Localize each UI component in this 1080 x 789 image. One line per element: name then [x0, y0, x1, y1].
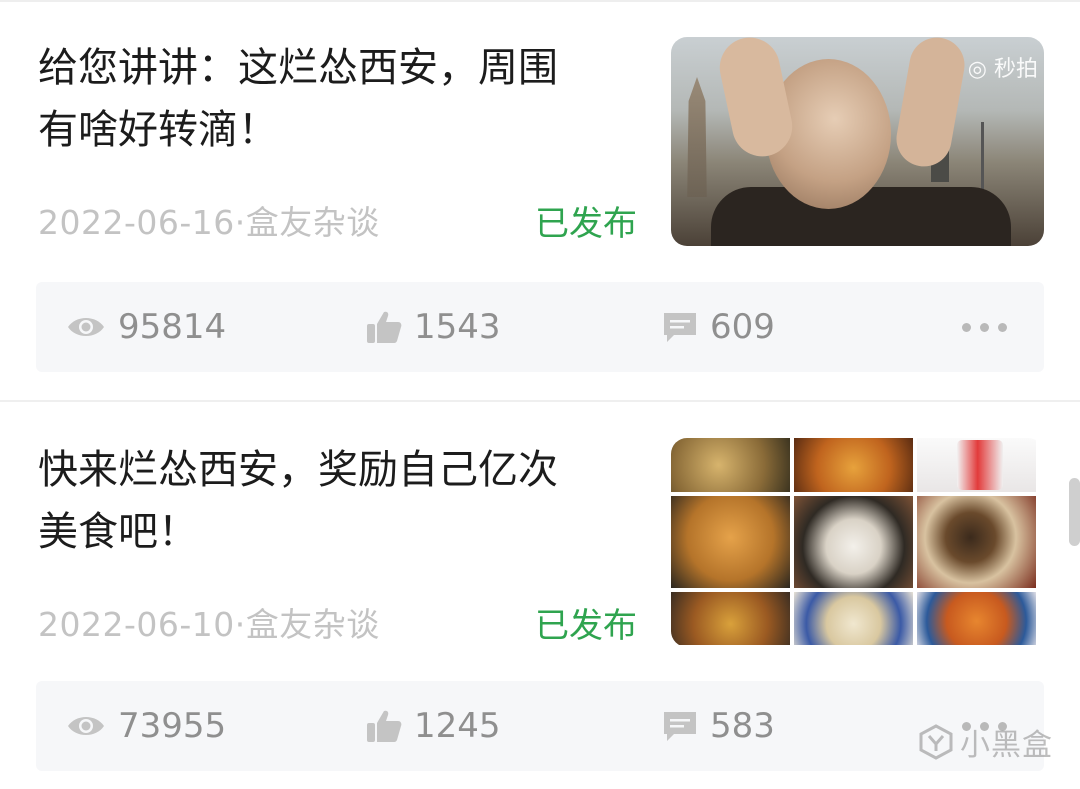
drink-image — [917, 438, 1036, 492]
post-thumbnail-video[interactable]: ◎ 秒拍 — [671, 37, 1044, 246]
thumbs-up-icon — [366, 310, 402, 344]
comment-icon — [662, 709, 698, 743]
soda-can — [957, 440, 1003, 490]
post-meta: 2022-06-16·盒友杂谈 — [38, 196, 380, 244]
post-title-line: 给您讲讲：这烂怂西安，周围 — [38, 45, 558, 91]
post-stats-bar: 73955 1245 583 — [36, 681, 1044, 771]
likes-stat[interactable]: 1245 — [366, 681, 501, 771]
post-thumbnail-grid[interactable] — [671, 438, 1044, 647]
views-count: 95814 — [118, 307, 227, 347]
status-badge: 已发布 — [535, 606, 637, 646]
food-image — [671, 496, 790, 588]
post-date: 2022-06-16 — [38, 203, 235, 242]
comment-icon — [662, 310, 698, 344]
comments-stat[interactable]: 583 — [662, 681, 775, 771]
likes-count: 1245 — [414, 706, 501, 746]
heybox-logo-icon — [918, 724, 954, 760]
post-title-line: 美食吧！ — [38, 509, 198, 555]
scrollbar-thumb[interactable] — [1069, 478, 1080, 546]
post-title-line: 有啥好转滴！ — [38, 107, 278, 153]
food-image — [917, 592, 1036, 645]
comments-count: 583 — [710, 706, 775, 746]
post-stats-bar: 95814 1543 609 — [36, 282, 1044, 372]
post-title[interactable]: 快来烂怂西安，奖励自己亿次 美食吧！ — [38, 439, 638, 563]
pagoda-shape — [687, 77, 707, 197]
more-dots-icon — [962, 322, 1007, 332]
brand-watermark: 小黑盒 — [918, 720, 1053, 764]
views-stat[interactable]: 95814 — [66, 282, 226, 372]
food-image — [794, 496, 913, 588]
likes-count: 1543 — [414, 307, 501, 347]
post-category: ·盒友杂谈 — [234, 605, 380, 644]
video-watermark: ◎ 秒拍 — [967, 57, 1038, 82]
thumbs-up-icon — [366, 709, 402, 743]
brand-text: 小黑盒 — [960, 728, 1053, 763]
post-date: 2022-06-10 — [38, 605, 235, 644]
post-category: ·盒友杂谈 — [234, 203, 380, 242]
person-hand — [892, 37, 969, 171]
views-stat[interactable]: 73955 — [66, 681, 226, 771]
comments-stat[interactable]: 609 — [662, 282, 775, 372]
eye-icon — [66, 712, 106, 740]
post-title[interactable]: 给您讲讲：这烂怂西安，周围 有啥好转滴！ — [38, 37, 638, 161]
food-image — [671, 438, 790, 492]
likes-stat[interactable]: 1543 — [366, 282, 501, 372]
post-title-line: 快来烂怂西安，奖励自己亿次 — [38, 447, 558, 493]
comments-count: 609 — [710, 307, 775, 347]
status-badge: 已发布 — [535, 204, 637, 244]
post-meta: 2022-06-10·盒友杂谈 — [38, 598, 380, 646]
food-image — [794, 438, 913, 492]
views-count: 73955 — [118, 706, 227, 746]
more-button[interactable] — [962, 282, 1007, 372]
post-card[interactable]: 给您讲讲：这烂怂西安，周围 有啥好转滴！ 2022-06-16·盒友杂谈 已发布… — [0, 0, 1080, 400]
eye-icon — [66, 313, 106, 341]
food-image — [671, 592, 790, 645]
person-hand — [714, 37, 798, 162]
food-image — [917, 496, 1036, 588]
food-image — [794, 592, 913, 645]
